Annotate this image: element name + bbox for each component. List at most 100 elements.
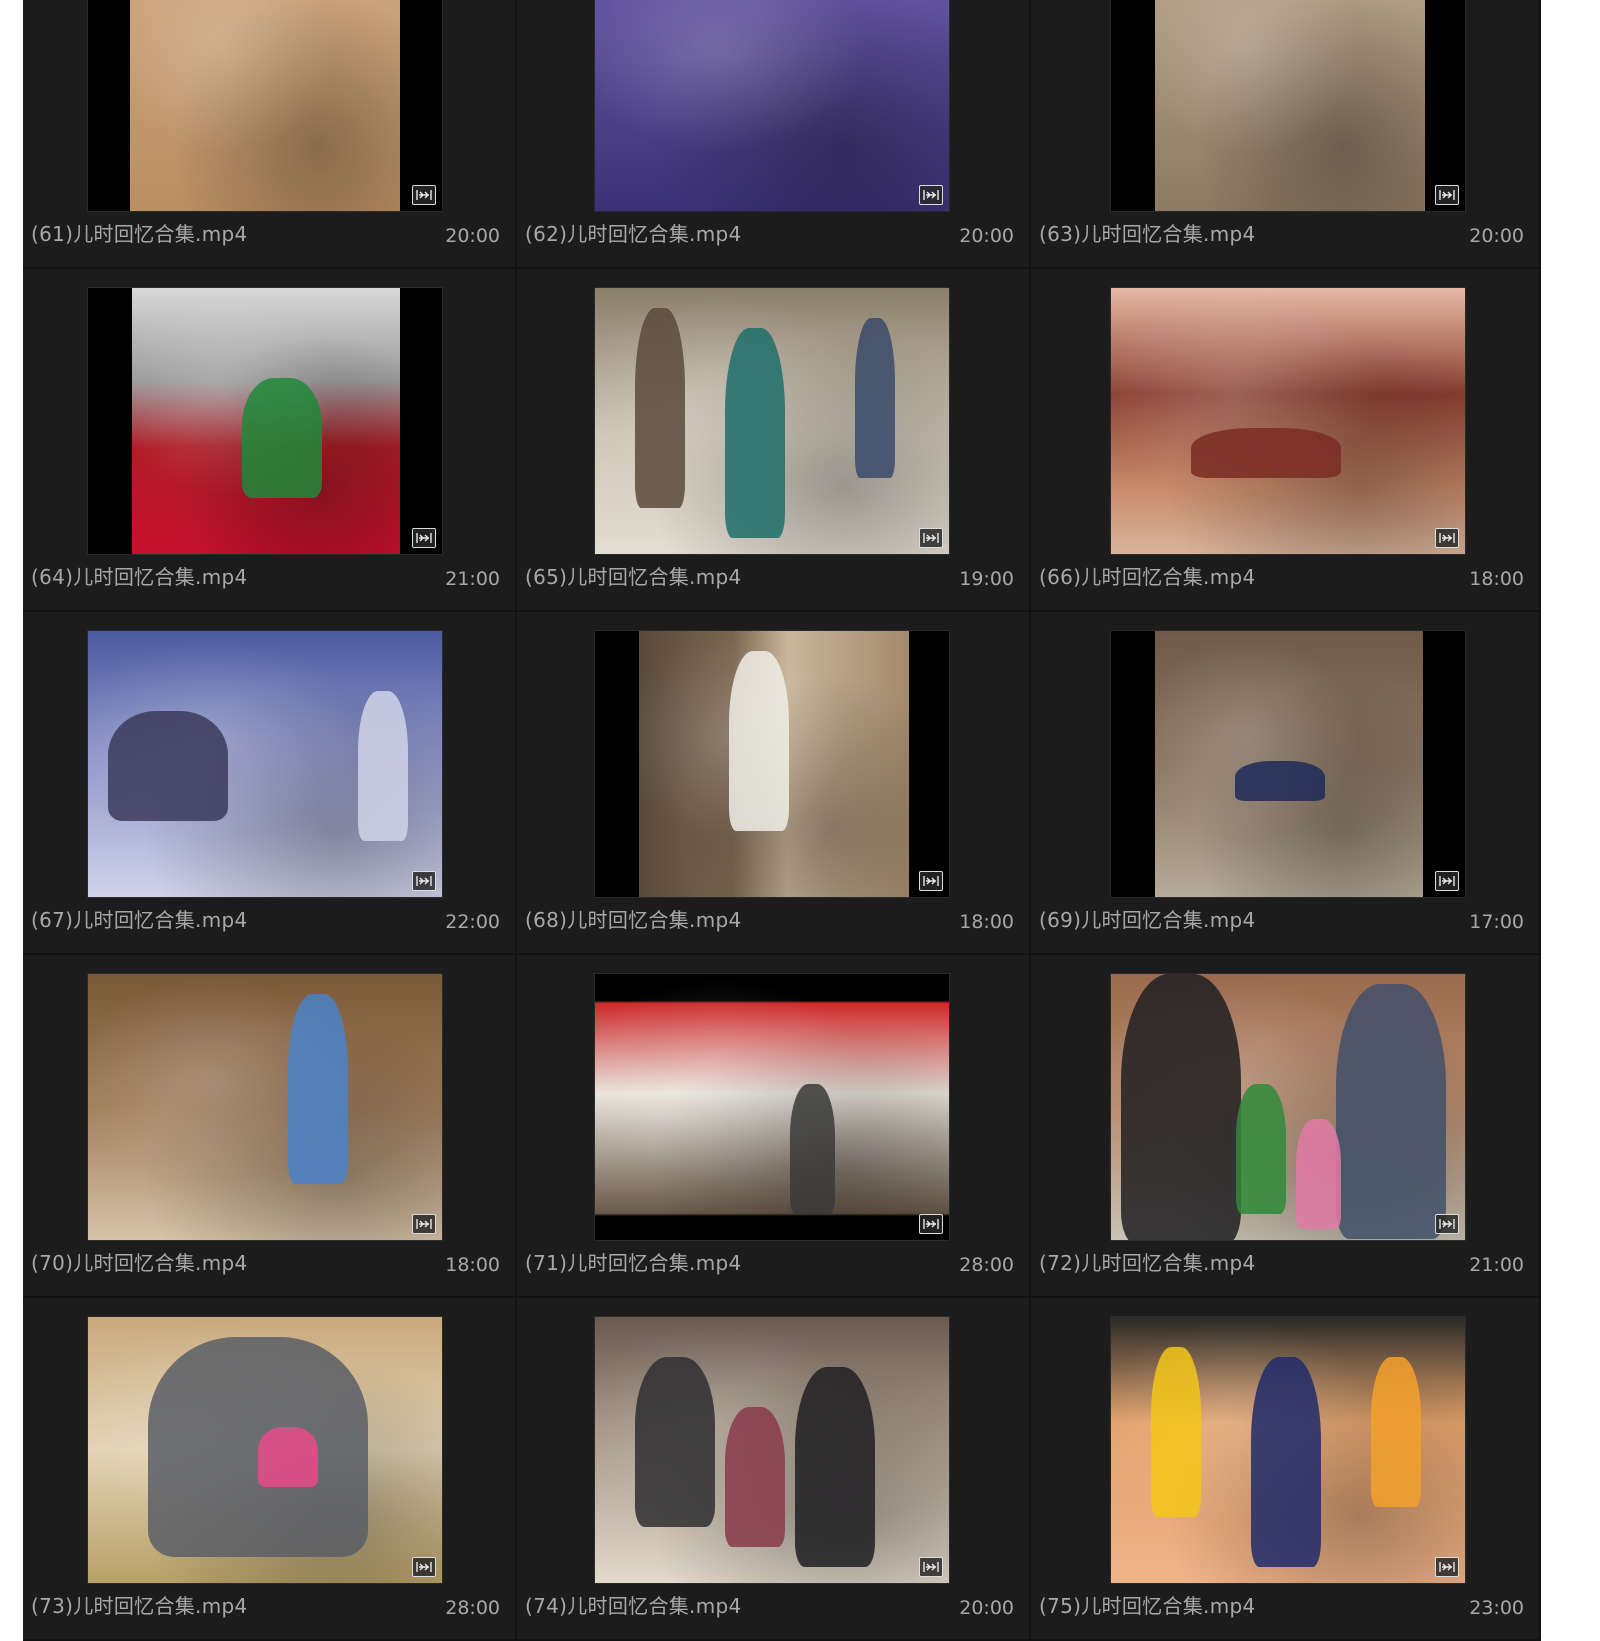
video-thumbnail[interactable] [594, 630, 950, 898]
video-thumbnail[interactable] [1110, 0, 1466, 212]
video-thumbnail[interactable] [87, 1316, 443, 1584]
thumbnail-figure [1236, 1084, 1286, 1214]
thumbnail-frame [88, 974, 442, 1240]
video-filename: (72)儿时回忆合集.mp4 [1039, 1251, 1256, 1275]
thumbnail-frame [595, 974, 949, 1240]
thumbnail-figure [855, 318, 895, 478]
video-tile[interactable]: (61)儿时回忆合集.mp4 20:00 [23, 0, 517, 269]
video-tile[interactable]: (70)儿时回忆合集.mp4 18:00 [23, 955, 517, 1298]
video-thumbnail[interactable] [594, 287, 950, 555]
video-thumbnail[interactable] [1110, 1316, 1466, 1584]
video-thumbnail[interactable] [87, 630, 443, 898]
video-duration: 21:00 [1469, 1254, 1524, 1276]
media-badge-icon [919, 1557, 943, 1577]
video-tile[interactable]: (68)儿时回忆合集.mp4 18:00 [517, 612, 1031, 955]
video-duration: 18:00 [959, 911, 1014, 933]
video-tile[interactable]: (64)儿时回忆合集.mp4 21:00 [23, 269, 517, 612]
video-tile[interactable]: (66)儿时回忆合集.mp4 18:00 [1031, 269, 1541, 612]
thumbnail-frame [595, 0, 949, 211]
thumbnail-figure [635, 308, 685, 508]
video-duration: 19:00 [959, 568, 1014, 590]
media-badge-icon [412, 871, 436, 891]
thumbnail-frame [132, 288, 400, 554]
media-badge-icon [1435, 1557, 1459, 1577]
video-duration: 21:00 [445, 568, 500, 590]
thumbnail-frame [1155, 0, 1425, 211]
video-duration: 28:00 [445, 1597, 500, 1619]
video-tile[interactable]: (62)儿时回忆合集.mp4 20:00 [517, 0, 1031, 269]
video-filename: (68)儿时回忆合集.mp4 [525, 908, 742, 932]
thumbnail-frame [639, 631, 909, 897]
thumbnail-figure [242, 378, 322, 498]
video-thumbnail[interactable] [594, 0, 950, 212]
video-tile[interactable]: (67)儿时回忆合集.mp4 22:00 [23, 612, 517, 955]
thumbnail-frame [88, 631, 442, 897]
thumbnail-figure [1251, 1357, 1321, 1567]
video-filename: (61)儿时回忆合集.mp4 [31, 222, 248, 246]
video-tile[interactable]: (73)儿时回忆合集.mp4 28:00 [23, 1298, 517, 1641]
thumbnail-figure [795, 1367, 875, 1567]
thumbnail-frame [595, 288, 949, 554]
video-filename: (71)儿时回忆合集.mp4 [525, 1251, 742, 1275]
video-tile[interactable]: (69)儿时回忆合集.mp4 17:00 [1031, 612, 1541, 955]
video-filename: (66)儿时回忆合集.mp4 [1039, 565, 1256, 589]
thumbnail-frame [88, 1317, 442, 1583]
video-duration: 20:00 [959, 225, 1014, 247]
media-badge-icon [1435, 871, 1459, 891]
thumbnail-figure [288, 994, 348, 1184]
video-duration: 20:00 [959, 1597, 1014, 1619]
video-thumbnail[interactable] [87, 287, 443, 555]
video-filename: (63)儿时回忆合集.mp4 [1039, 222, 1256, 246]
video-filename: (62)儿时回忆合集.mp4 [525, 222, 742, 246]
media-badge-icon [412, 1214, 436, 1234]
video-thumbnail[interactable] [87, 973, 443, 1241]
video-tile[interactable]: (71)儿时回忆合集.mp4 28:00 [517, 955, 1031, 1298]
video-duration: 18:00 [1469, 568, 1524, 590]
thumbnail-figure [725, 328, 785, 538]
video-duration: 23:00 [1469, 1597, 1524, 1619]
thumbnail-figure [1296, 1119, 1341, 1229]
video-duration: 20:00 [445, 225, 500, 247]
thumbnail-frame [1111, 974, 1465, 1240]
thumbnail-frame [1111, 1317, 1465, 1583]
media-thumbnail-grid: (61)儿时回忆合集.mp4 20:00 (62)儿时回忆合集.mp4 20:00 (6… [23, 0, 1541, 1641]
video-filename: (73)儿时回忆合集.mp4 [31, 1594, 248, 1618]
video-tile[interactable]: (75)儿时回忆合集.mp4 23:00 [1031, 1298, 1541, 1641]
video-filename: (67)儿时回忆合集.mp4 [31, 908, 248, 932]
video-duration: 20:00 [1469, 225, 1524, 247]
video-thumbnail[interactable] [594, 1316, 950, 1584]
video-duration: 17:00 [1469, 911, 1524, 933]
media-badge-icon [412, 185, 436, 205]
thumbnail-figure [1151, 1347, 1201, 1517]
media-badge-icon [1435, 528, 1459, 548]
thumbnail-frame [130, 0, 400, 211]
video-thumbnail[interactable] [87, 0, 443, 212]
thumbnail-figure [1371, 1357, 1421, 1507]
video-tile[interactable]: (74)儿时回忆合集.mp4 20:00 [517, 1298, 1031, 1641]
thumbnail-frame [1155, 631, 1423, 897]
video-thumbnail[interactable] [1110, 973, 1466, 1241]
video-filename: (65)儿时回忆合集.mp4 [525, 565, 742, 589]
video-filename: (64)儿时回忆合集.mp4 [31, 565, 248, 589]
video-filename: (74)儿时回忆合集.mp4 [525, 1594, 742, 1618]
video-thumbnail[interactable] [1110, 287, 1466, 555]
thumbnail-figure [1336, 984, 1446, 1239]
thumbnail-figure [258, 1427, 318, 1487]
thumbnail-frame [595, 1317, 949, 1583]
thumbnail-figure [358, 691, 408, 841]
video-duration: 28:00 [959, 1254, 1014, 1276]
video-filename: (75)儿时回忆合集.mp4 [1039, 1594, 1256, 1618]
video-thumbnail[interactable] [594, 973, 950, 1241]
thumbnail-figure [790, 1084, 835, 1214]
video-filename: (70)儿时回忆合集.mp4 [31, 1251, 248, 1275]
media-badge-icon [919, 871, 943, 891]
video-tile[interactable]: (72)儿时回忆合集.mp4 21:00 [1031, 955, 1541, 1298]
thumbnail-figure [1191, 428, 1341, 478]
media-badge-icon [919, 1214, 943, 1234]
media-badge-icon [412, 1557, 436, 1577]
video-thumbnail[interactable] [1110, 630, 1466, 898]
video-tile[interactable]: (65)儿时回忆合集.mp4 19:00 [517, 269, 1031, 612]
video-tile[interactable]: (63)儿时回忆合集.mp4 20:00 [1031, 0, 1541, 269]
media-badge-icon [1435, 1214, 1459, 1234]
media-badge-icon [1435, 185, 1459, 205]
